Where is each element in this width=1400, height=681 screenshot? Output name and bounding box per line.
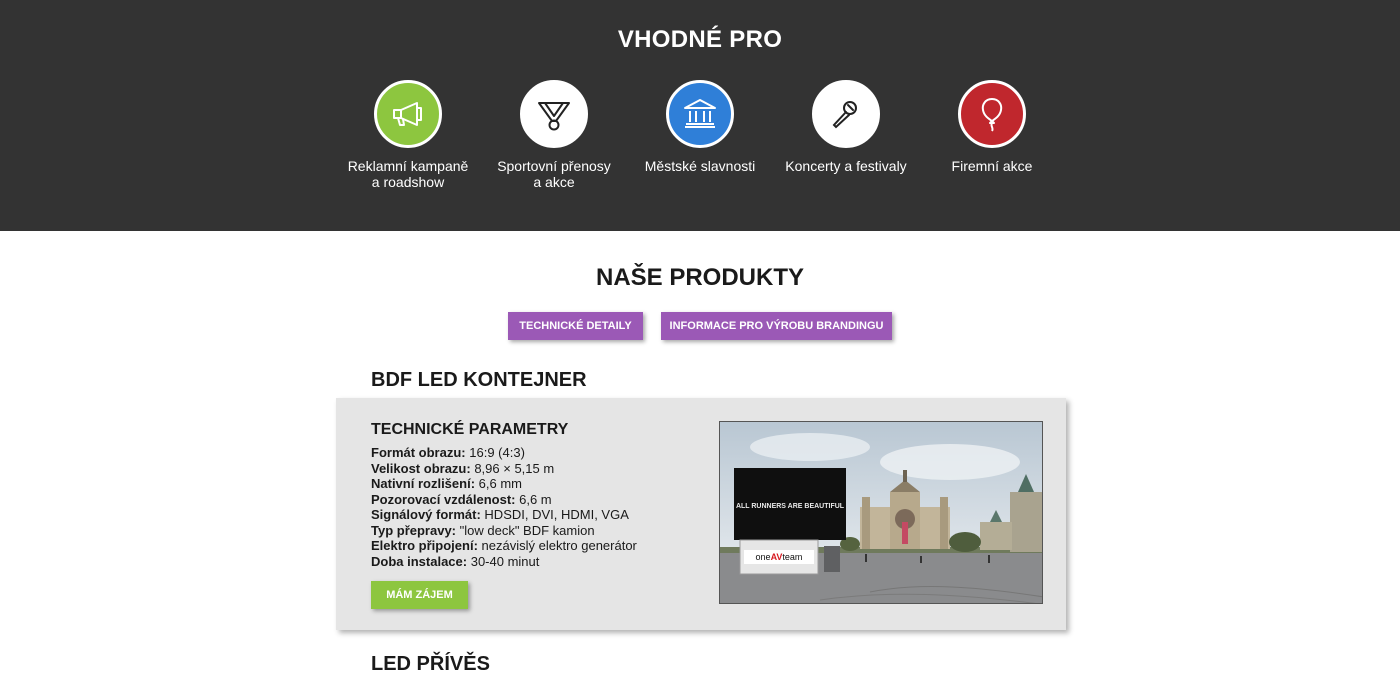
use-case-concerts: Koncerty a festivaly — [771, 80, 921, 174]
param-label: Elektro připojení: — [371, 538, 478, 553]
technical-params-list: Formát obrazu: 16:9 (4:3) Velikost obraz… — [371, 445, 711, 569]
microphone-icon — [812, 80, 880, 148]
technical-params-title: TECHNICKÉ PARAMETRY — [371, 421, 569, 438]
town-hall-icon — [666, 80, 734, 148]
products-title: NAŠE PRODUKTY — [595, 264, 805, 291]
param-value: nezávislý elektro generátor — [481, 538, 637, 553]
use-case-corporate: Firemní akce — [917, 80, 1067, 174]
use-case-label: Reklamní kampaně a roadshow — [347, 158, 469, 190]
product-card: TECHNICKÉ PARAMETRY Formát obrazu: 16:9 … — [336, 398, 1066, 630]
technical-details-button[interactable]: TECHNICKÉ DETAILY — [508, 312, 643, 340]
param-value: 16:9 (4:3) — [469, 445, 525, 460]
param-label: Doba instalace: — [371, 553, 468, 569]
param-label: Nativní rozlišení: — [371, 476, 476, 491]
use-case-label: Sportovní přenosy a akce — [497, 158, 611, 190]
megaphone-icon — [374, 80, 442, 148]
suitable-for-section: VHODNÉ PRO Reklamní kampaně a roadshow S… — [0, 0, 1400, 231]
balloon-icon — [958, 80, 1026, 148]
screen-text: ALL RUNNERS ARE BEAUTIFUL — [736, 503, 845, 510]
medal-icon — [520, 80, 588, 148]
use-cases-list: Reklamní kampaně a roadshow Sportovní př… — [0, 80, 1400, 200]
param-value: 6,6 m — [519, 491, 552, 507]
use-case-sports: Sportovní přenosy a akce — [479, 80, 629, 190]
param-label: Pozorovací vzdálenost: — [371, 491, 516, 507]
use-case-advertising: Reklamní kampaně a roadshow — [333, 80, 483, 190]
param-value: "low deck" BDF kamion — [459, 522, 595, 538]
param-value: 8,96 × 5,15 m — [474, 460, 555, 476]
param-label: Signálový formát: — [371, 507, 481, 522]
use-case-label: Městské slavnosti — [644, 158, 756, 174]
product-title: LED PŘÍVĚS — [371, 653, 490, 675]
branding-info-button[interactable]: INFORMACE PRO VÝROBU BRANDINGU — [661, 312, 892, 340]
param-row: Velikost obrazu: 8,96 × 5,15 m — [371, 461, 711, 477]
product-photo: ALL RUNNERS ARE BEAUTIFUL oneAVteam — [719, 421, 1043, 604]
use-case-city-festivals: Městské slavnosti — [625, 80, 775, 174]
param-row: Signálový formát: HDSDI, DVI, HDMI, VGA — [371, 507, 711, 523]
interest-button[interactable]: MÁM ZÁJEM — [371, 581, 468, 609]
brand-logo: oneAVteam — [756, 552, 803, 562]
use-case-label: Koncerty a festivaly — [785, 158, 907, 174]
param-value: 30-40 minut — [470, 553, 540, 569]
suitable-for-title: VHODNÉ PRO — [617, 26, 783, 53]
param-row: Formát obrazu: 16:9 (4:3) — [371, 445, 711, 461]
param-label: Formát obrazu: — [371, 445, 466, 460]
param-row: Pozorovací vzdálenost: 6,6 m — [371, 492, 711, 508]
param-value: 6,6 mm — [478, 476, 522, 491]
param-value: HDSDI, DVI, HDMI, VGA — [484, 507, 629, 522]
use-case-label: Firemní akce — [951, 158, 1033, 174]
product-title: BDF LED KONTEJNER — [371, 369, 587, 391]
param-row: Nativní rozlišení: 6,6 mm — [371, 476, 711, 492]
param-label: Velikost obrazu: — [371, 460, 471, 476]
param-row: Elektro připojení: nezávislý elektro gen… — [371, 538, 711, 554]
param-label: Typ přepravy: — [371, 522, 457, 538]
param-row: Doba instalace: 30-40 minut — [371, 554, 711, 570]
param-row: Typ přepravy: "low deck" BDF kamion — [371, 523, 711, 539]
